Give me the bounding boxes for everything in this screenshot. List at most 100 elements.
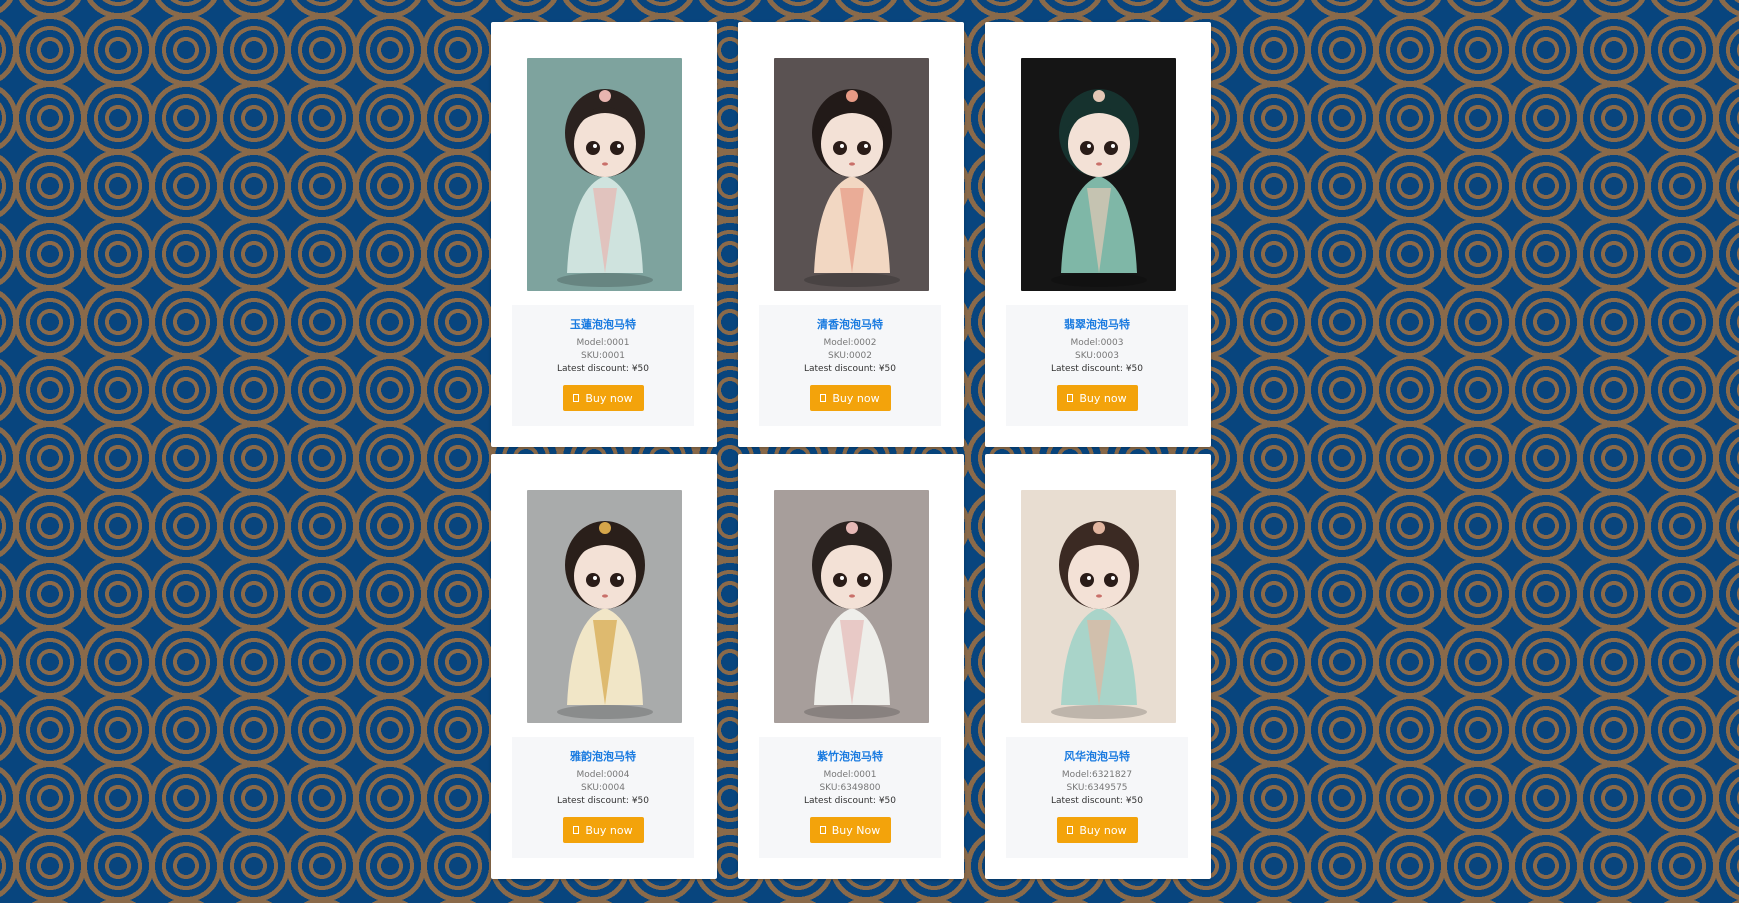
- product-sku: SKU:0004: [581, 783, 625, 793]
- product-image[interactable]: [527, 58, 682, 291]
- product-discount: Latest discount: ¥50: [1050, 364, 1144, 374]
- product-info: 清香泡泡马特 Model:0002 SKU:0002 Latest discou…: [759, 305, 941, 426]
- product-sku: SKU:0003: [1075, 351, 1119, 361]
- doll-face: [821, 543, 883, 609]
- product-card: 翡翠泡泡马特 Model:0003 SKU:0003 Latest discou…: [985, 22, 1211, 447]
- product-model: Model:0002: [823, 338, 877, 348]
- product-image[interactable]: [774, 490, 929, 723]
- doll-face: [574, 111, 636, 177]
- product-info: 玉蓮泡泡马特 Model:0001 SKU:0001 Latest discou…: [512, 305, 694, 426]
- product-name[interactable]: 清香泡泡马特: [759, 318, 941, 332]
- product-card: 雅韵泡泡马特 Model:0004 SKU:0004 Latest discou…: [491, 454, 717, 879]
- doll-eye-left: [1080, 141, 1094, 155]
- doll-eye-highlight-right: [1111, 144, 1115, 148]
- buy-now-label: Buy now: [832, 391, 880, 405]
- doll-shadow: [1051, 705, 1147, 719]
- product-card: 玉蓮泡泡马特 Model:0001 SKU:0001 Latest discou…: [491, 22, 717, 447]
- product-info: 风华泡泡马特 Model:6321827 SKU:6349575 Latest …: [1006, 737, 1188, 858]
- shopping-cart-icon: [573, 826, 580, 834]
- product-name[interactable]: 雅韵泡泡马特: [512, 750, 694, 764]
- doll-illustration: [527, 490, 682, 723]
- doll-shadow: [804, 273, 900, 287]
- doll-illustration: [527, 58, 682, 291]
- doll-eye-left: [586, 573, 600, 587]
- doll-eye-highlight-left: [593, 576, 597, 580]
- doll-eye-highlight-left: [840, 144, 844, 148]
- doll-mouth: [849, 162, 855, 166]
- product-model: Model:0001: [576, 338, 630, 348]
- doll-eye-highlight-right: [1111, 576, 1115, 580]
- product-info: 雅韵泡泡马特 Model:0004 SKU:0004 Latest discou…: [512, 737, 694, 858]
- doll-illustration: [774, 58, 929, 291]
- shopping-cart-icon: [573, 394, 580, 402]
- doll-eye-right: [857, 573, 871, 587]
- buy-now-button[interactable]: Buy now: [562, 817, 644, 843]
- doll-eye-left: [833, 573, 847, 587]
- shopping-cart-icon: [1067, 826, 1074, 834]
- doll-eye-highlight-right: [617, 144, 621, 148]
- product-discount: Latest discount: ¥50: [803, 796, 897, 806]
- product-sku: SKU:0001: [581, 351, 625, 361]
- shopping-cart-icon: [1067, 394, 1074, 402]
- product-discount: Latest discount: ¥50: [556, 796, 650, 806]
- doll-hair-ornament: [599, 90, 611, 102]
- product-image[interactable]: [527, 490, 682, 723]
- doll-eye-left: [586, 141, 600, 155]
- product-model: Model:6321827: [1061, 770, 1133, 780]
- buy-now-button[interactable]: Buy Now: [809, 817, 891, 843]
- product-info: 翡翠泡泡马特 Model:0003 SKU:0003 Latest discou…: [1006, 305, 1188, 426]
- buy-now-button[interactable]: Buy now: [1056, 385, 1138, 411]
- product-grid: 玉蓮泡泡马特 Model:0001 SKU:0001 Latest discou…: [491, 22, 1211, 879]
- doll-illustration: [1021, 58, 1176, 291]
- doll-mouth: [1096, 594, 1102, 598]
- doll-illustration: [1021, 490, 1176, 723]
- product-sku: SKU:6349800: [819, 783, 881, 793]
- buy-now-button[interactable]: Buy now: [809, 385, 891, 411]
- doll-eye-right: [610, 141, 624, 155]
- doll-mouth: [849, 594, 855, 598]
- product-sku: SKU:0002: [828, 351, 872, 361]
- doll-hair-ornament: [1093, 522, 1105, 534]
- product-image[interactable]: [1021, 490, 1176, 723]
- doll-eye-highlight-left: [840, 576, 844, 580]
- doll-mouth: [602, 162, 608, 166]
- product-name[interactable]: 风华泡泡马特: [1006, 750, 1188, 764]
- doll-shadow: [557, 705, 653, 719]
- product-model: Model:0001: [823, 770, 877, 780]
- product-name[interactable]: 玉蓮泡泡马特: [512, 318, 694, 332]
- product-name[interactable]: 翡翠泡泡马特: [1006, 318, 1188, 332]
- doll-face: [1068, 543, 1130, 609]
- buy-now-button[interactable]: Buy now: [562, 385, 644, 411]
- buy-now-label: Buy now: [585, 823, 633, 837]
- doll-eye-right: [1104, 573, 1118, 587]
- doll-hair-ornament: [599, 522, 611, 534]
- doll-eye-highlight-left: [593, 144, 597, 148]
- doll-eye-left: [833, 141, 847, 155]
- doll-face: [1068, 111, 1130, 177]
- doll-illustration: [774, 490, 929, 723]
- doll-hair-ornament: [846, 522, 858, 534]
- doll-eye-highlight-right: [864, 576, 868, 580]
- doll-eye-right: [1104, 141, 1118, 155]
- shopping-cart-icon: [820, 394, 827, 402]
- product-discount: Latest discount: ¥50: [556, 364, 650, 374]
- product-name[interactable]: 紫竹泡泡马特: [759, 750, 941, 764]
- doll-face: [574, 543, 636, 609]
- buy-now-button[interactable]: Buy now: [1056, 817, 1138, 843]
- doll-eye-highlight-left: [1087, 144, 1091, 148]
- product-card: 紫竹泡泡马特 Model:0001 SKU:6349800 Latest dis…: [738, 454, 964, 879]
- buy-now-label: Buy now: [585, 391, 633, 405]
- product-sku: SKU:6349575: [1066, 783, 1128, 793]
- doll-hair-ornament: [846, 90, 858, 102]
- doll-eye-highlight-left: [1087, 576, 1091, 580]
- product-image[interactable]: [774, 58, 929, 291]
- buy-now-label: Buy now: [1079, 391, 1127, 405]
- doll-eye-right: [610, 573, 624, 587]
- doll-shadow: [557, 273, 653, 287]
- product-model: Model:0004: [576, 770, 630, 780]
- doll-eye-highlight-right: [864, 144, 868, 148]
- product-info: 紫竹泡泡马特 Model:0001 SKU:6349800 Latest dis…: [759, 737, 941, 858]
- product-image[interactable]: [1021, 58, 1176, 291]
- product-card: 风华泡泡马特 Model:6321827 SKU:6349575 Latest …: [985, 454, 1211, 879]
- product-discount: Latest discount: ¥50: [803, 364, 897, 374]
